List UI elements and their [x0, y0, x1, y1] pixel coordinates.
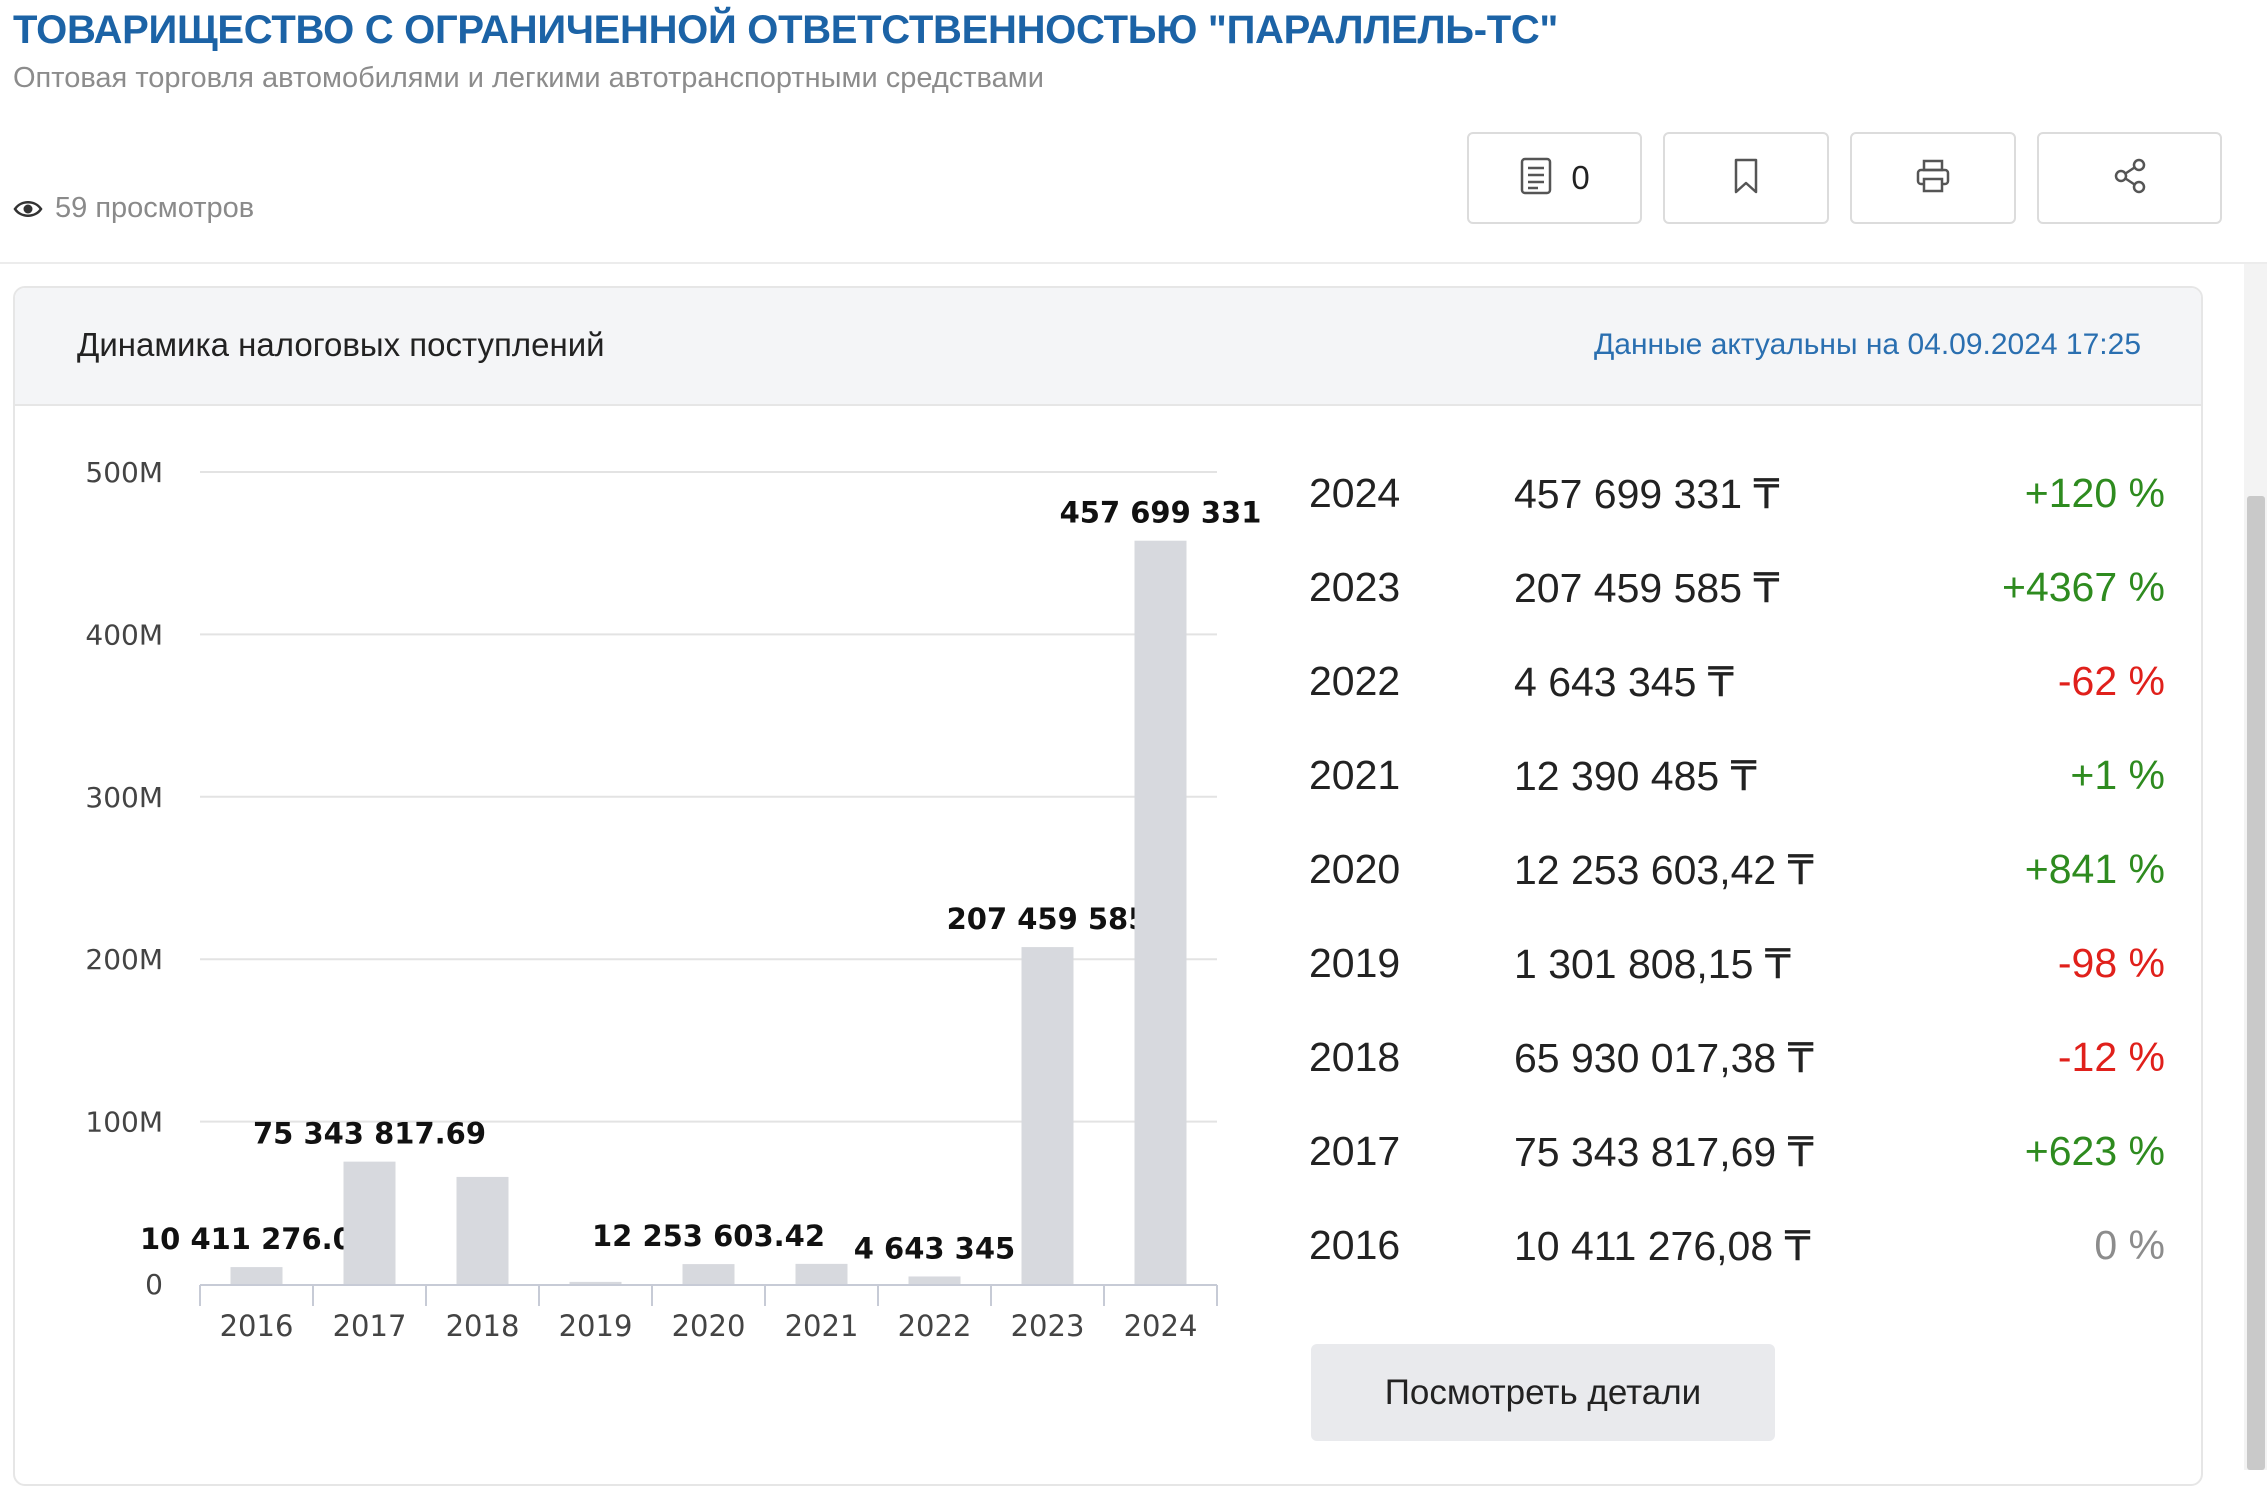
tax-row-change: +623 % [2024, 1128, 2165, 1174]
bar [569, 1281, 622, 1284]
x-tick-label: 2023 [1011, 1309, 1085, 1343]
x-tick-label: 2019 [559, 1309, 633, 1343]
tax-row-amount: 12 253 603,42 ₸ [1514, 847, 1814, 893]
bar [795, 1263, 848, 1284]
share-icon [2113, 158, 2147, 199]
tax-row-amount: 65 930 017,38 ₸ [1514, 1035, 1814, 1081]
print-button[interactable] [1850, 132, 2016, 224]
tax-row: 2019 1 301 808,15 ₸ -98 % [1309, 940, 2165, 1000]
tax-row-change: -98 % [2057, 940, 2165, 986]
data-label: 457 699 331 [1060, 496, 1262, 530]
tax-row-amount: 457 699 331 ₸ [1514, 471, 1780, 517]
x-tick-label: 2018 [446, 1309, 520, 1343]
y-tick-label: 0 [145, 1268, 163, 1301]
share-button[interactable] [2037, 132, 2222, 224]
tax-row-year: 2016 [1309, 1222, 1401, 1268]
tax-row-change: -62 % [2057, 658, 2165, 704]
data-label: 10 411 276.08 [140, 1222, 373, 1256]
tax-row: 2021 12 390 485 ₸ +1 % [1309, 752, 2165, 812]
bar [230, 1267, 283, 1284]
company-title: ТОВАРИЩЕСТВО С ОГРАНИЧЕННОЙ ОТВЕТСТВЕННО… [13, 8, 1559, 52]
tax-row-change: +1 % [2070, 752, 2165, 798]
tax-row-year: 2024 [1309, 470, 1401, 516]
bar [682, 1264, 735, 1284]
bar [1021, 947, 1074, 1284]
tax-row: 2022 4 643 345 ₸ -62 % [1309, 658, 2165, 718]
y-tick-label: 500M [85, 456, 163, 489]
tax-row: 2020 12 253 603,42 ₸ +841 % [1309, 846, 2165, 906]
tax-row: 2018 65 930 017,38 ₸ -12 % [1309, 1034, 2165, 1094]
x-tick-label: 2022 [898, 1309, 972, 1343]
tax-row: 2016 10 411 276,08 ₸ 0 % [1309, 1222, 2165, 1282]
eye-icon [13, 199, 43, 219]
tax-dynamics-card: Динамика налоговых поступлений Данные ак… [13, 286, 2203, 1486]
tax-row-change: +4367 % [2002, 564, 2165, 610]
tax-row-year: 2018 [1309, 1034, 1401, 1080]
tax-row-year: 2023 [1309, 564, 1401, 610]
page-scrollbar-thumb[interactable] [2247, 496, 2265, 1470]
y-tick-label: 100M [85, 1106, 163, 1139]
bookmark-button[interactable] [1663, 132, 1829, 224]
data-label: 4 643 345 [854, 1231, 1015, 1265]
tax-row: 2024 457 699 331 ₸ +120 % [1309, 470, 2165, 530]
documents-button[interactable]: 0 [1467, 132, 1642, 224]
tax-bar-chart: 0 100M 200M 300M 400M 500M 2016 10 411 276.08 20… [85, 456, 1262, 1343]
tax-row-amount: 1 301 808,15 ₸ [1514, 941, 1791, 987]
x-tick-label: 2016 [220, 1309, 294, 1343]
data-label: 75 343 817.69 [253, 1117, 486, 1151]
documents-count: 0 [1571, 159, 1590, 196]
tax-row-change: -12 % [2057, 1034, 2165, 1080]
tax-row-amount: 75 343 817,69 ₸ [1514, 1129, 1814, 1175]
tax-row-change: +120 % [2024, 470, 2165, 516]
tax-row-year: 2017 [1309, 1128, 1401, 1174]
x-tick-label: 2020 [672, 1309, 746, 1343]
bar [343, 1161, 396, 1284]
tax-row-year: 2020 [1309, 846, 1401, 892]
tax-row-change: 0 % [2094, 1222, 2165, 1268]
printer-icon [1915, 158, 1951, 199]
data-date: Данные актуальны на 04.09.2024 17:25 [1593, 328, 2141, 361]
tax-row-year: 2022 [1309, 658, 1401, 704]
tax-row-amount: 4 643 345 ₸ [1514, 659, 1734, 705]
tax-row-amount: 12 390 485 ₸ [1514, 753, 1757, 799]
x-tick-label: 2017 [333, 1309, 407, 1343]
y-tick-label: 200M [85, 943, 163, 976]
company-subtitle: Оптовая торговля автомобилями и легкими … [13, 62, 1044, 94]
tax-row: 2017 75 343 817,69 ₸ +623 % [1309, 1128, 2165, 1188]
views-count: 59 просмотров [55, 192, 255, 224]
view-details-button[interactable]: Посмотреть детали [1311, 1344, 1775, 1441]
bar [1134, 540, 1187, 1284]
views-counter: 59 просмотров [13, 192, 254, 225]
y-tick-label: 400M [85, 618, 163, 651]
tax-row-year: 2021 [1309, 752, 1401, 798]
y-tick-label: 300M [85, 781, 163, 814]
x-tick-label: 2024 [1124, 1309, 1198, 1343]
document-icon [1519, 156, 1553, 201]
tax-row-amount: 207 459 585 ₸ [1514, 565, 1780, 611]
header-divider [0, 262, 2267, 264]
tax-row-year: 2019 [1309, 940, 1401, 986]
tax-row-amount: 10 411 276,08 ₸ [1514, 1223, 1811, 1269]
x-tick-label: 2021 [785, 1309, 859, 1343]
data-label: 12 253 603.42 [592, 1219, 825, 1253]
bookmark-icon [1732, 157, 1760, 200]
bar [908, 1276, 961, 1284]
bar [456, 1176, 509, 1284]
tax-row-change: +841 % [2024, 846, 2165, 892]
data-label: 207 459 585 [947, 902, 1149, 936]
tax-row: 2023 207 459 585 ₸ +4367 % [1309, 564, 2165, 624]
